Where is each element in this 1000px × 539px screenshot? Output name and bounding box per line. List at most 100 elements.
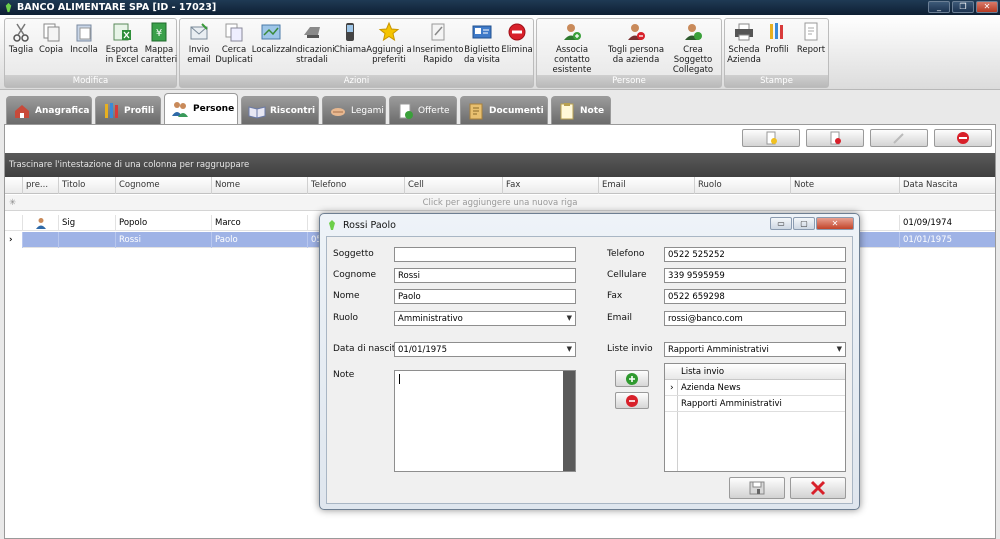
delete-record-button[interactable]	[934, 129, 992, 147]
note-scrollbar[interactable]	[563, 371, 575, 471]
tab-anagrafica[interactable]: Anagrafica	[6, 96, 92, 124]
charmap-button[interactable]: ¥ Mappa caratteri	[141, 21, 177, 65]
column-header-note[interactable]: Note	[790, 177, 899, 194]
column-header-telefono[interactable]: Telefono	[307, 177, 404, 194]
lista-invio-header[interactable]: Lista invio	[665, 364, 845, 380]
people-icon	[172, 102, 188, 117]
column-header-pre[interactable]: pre...	[22, 177, 58, 194]
soggetto-field[interactable]	[394, 247, 576, 262]
dialog-close-button[interactable]: ✕	[816, 217, 854, 230]
quick-insert-button[interactable]: Inserimento Rapido	[413, 21, 463, 65]
column-header-email[interactable]: Email	[598, 177, 694, 194]
book-icon	[248, 105, 266, 119]
column-header-fax[interactable]: Fax	[502, 177, 598, 194]
cognome-field[interactable]: Rossi	[394, 268, 576, 283]
delete-button[interactable]: Elimina	[501, 21, 533, 55]
column-header-nome[interactable]: Nome	[211, 177, 307, 194]
tab-documenti[interactable]: Documenti	[460, 96, 548, 124]
user-link-icon	[685, 24, 702, 40]
locate-label: Localizza	[251, 45, 291, 55]
find-duplicates-button[interactable]: Cerca Duplicati	[215, 21, 253, 65]
report-label: Report	[796, 45, 826, 55]
remove-record-button[interactable]	[806, 129, 864, 147]
business-card-button[interactable]: Biglietto da visita	[463, 21, 501, 65]
tab-label: Anagrafica	[35, 105, 90, 116]
cell-cognome: Rossi	[115, 232, 211, 248]
dialog-title-bar[interactable]: Rossi Paolo ▭ ▢ ✕	[320, 214, 859, 236]
tab-legami[interactable]: Legami	[322, 96, 386, 124]
remove-list-button[interactable]	[615, 392, 649, 409]
column-header-titolo[interactable]: Titolo	[58, 177, 115, 194]
ribbon-group-title: Modifica	[5, 75, 176, 87]
email-icon	[190, 23, 208, 40]
fax-field[interactable]: 0522 659298	[664, 289, 846, 304]
liste-invio-label: Liste invio	[607, 344, 653, 354]
minus-icon	[626, 394, 638, 407]
cancel-button[interactable]	[790, 477, 846, 499]
add-list-button[interactable]	[615, 370, 649, 387]
column-header-cognome[interactable]: Cognome	[115, 177, 211, 194]
tab-persone[interactable]: Persone	[164, 93, 238, 124]
copy-button[interactable]: Copia	[39, 21, 63, 55]
maximize-button[interactable]: ❐	[952, 1, 974, 13]
locate-button[interactable]: Localizza	[251, 21, 291, 55]
new-record-button[interactable]	[742, 129, 800, 147]
chevron-down-icon: ▼	[836, 345, 842, 353]
note-textarea[interactable]	[394, 370, 576, 472]
liste-invio-select[interactable]: Rapporti Amministrativi ▼	[664, 342, 846, 357]
note-icon	[560, 102, 574, 119]
note-label: Note	[333, 370, 355, 380]
save-button[interactable]	[729, 477, 785, 499]
tab-offerte[interactable]: Offerte	[389, 96, 457, 124]
list-item[interactable]: › Azienda News	[665, 380, 845, 396]
title-bar: BANCO ALIMENTARE SPA [ID - 17023] _ ❐ ✕	[0, 0, 1000, 15]
delete-icon	[508, 23, 526, 41]
user-add-icon	[564, 24, 581, 40]
data-nascita-picker[interactable]: 01/01/1975 ▼	[394, 342, 576, 357]
cellulare-field[interactable]: 339 9595959	[664, 268, 846, 283]
row-icon-cell	[22, 215, 58, 231]
associate-contact-button[interactable]: Associa contatto esistente	[539, 21, 605, 75]
column-header-ruolo[interactable]: Ruolo	[694, 177, 790, 194]
company-sheet-button[interactable]: Scheda Azienda	[727, 21, 761, 65]
remove-person-label: Togli persona da azienda	[607, 45, 665, 65]
close-icon	[810, 480, 826, 496]
chevron-down-icon: ▼	[566, 345, 572, 353]
nome-field[interactable]: Paolo	[394, 289, 576, 304]
list-item[interactable]: Rapporti Amministrativi	[665, 396, 845, 412]
ruolo-label: Ruolo	[333, 313, 359, 323]
tab-profili[interactable]: Profili	[95, 96, 161, 124]
email-field[interactable]: rossi@banco.com	[664, 311, 846, 326]
window-title: BANCO ALIMENTARE SPA [ID - 17023]	[17, 2, 217, 13]
profiles-print-button[interactable]: Profili	[763, 21, 791, 55]
export-excel-button[interactable]: Esporta in Excel	[105, 21, 139, 65]
directions-button[interactable]: Indicazioni stradali	[289, 21, 335, 65]
pencil-icon	[893, 133, 904, 144]
telefono-field[interactable]: 0522 525252	[664, 247, 846, 262]
report-button[interactable]: Report	[795, 21, 827, 55]
column-header-data-nascita[interactable]: Data Nascita	[899, 177, 995, 194]
create-linked-subject-button[interactable]: Crea Soggetto Collegato	[665, 21, 721, 75]
copy-label: Copia	[38, 45, 64, 55]
new-row[interactable]: ✳ Click per aggiungere una nuova riga	[5, 195, 995, 211]
delete-label: Elimina	[501, 45, 533, 55]
dialog-maximize-button[interactable]: ▢	[793, 217, 815, 230]
add-favorite-button[interactable]: Aggiungi a preferiti	[366, 21, 412, 65]
ruolo-select[interactable]: Amministrativo ▼	[394, 311, 576, 326]
email-label: Email	[607, 313, 632, 323]
group-by-bar[interactable]: Trascinare l'intestazione di una colonna…	[5, 153, 995, 177]
call-button[interactable]: Chiama	[334, 21, 366, 55]
tab-riscontri[interactable]: Riscontri	[241, 96, 319, 124]
directions-label: Indicazioni stradali	[289, 45, 335, 65]
tab-note[interactable]: Note	[551, 96, 611, 124]
duplicates-icon	[225, 23, 243, 42]
paste-button[interactable]: Incolla	[69, 21, 99, 55]
edit-record-button[interactable]	[870, 129, 928, 147]
send-email-button[interactable]: Invio email	[185, 21, 213, 65]
close-window-button[interactable]: ✕	[976, 1, 998, 13]
cut-button[interactable]: Taglia	[9, 21, 33, 55]
dialog-minimize-button[interactable]: ▭	[770, 217, 792, 230]
remove-person-button[interactable]: Togli persona da azienda	[607, 21, 665, 65]
minimize-button[interactable]: _	[928, 1, 950, 13]
column-header-cell[interactable]: Cell	[404, 177, 502, 194]
